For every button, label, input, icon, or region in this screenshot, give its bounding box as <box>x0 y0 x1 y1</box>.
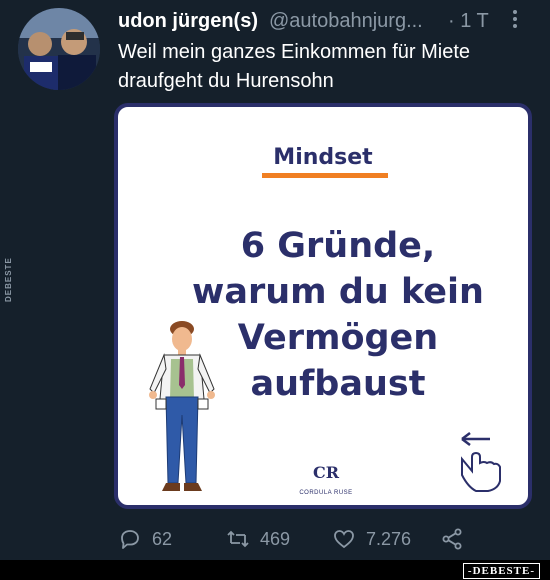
display-name[interactable]: udon jürgen(s) <box>118 10 258 33</box>
cordula-ruse-logo: CR CORDULA RUSE <box>288 463 364 503</box>
like-count: 7.276 <box>366 528 412 549</box>
tag-underline <box>262 173 388 178</box>
user-handle[interactable]: @autobahnjurg... <box>269 10 423 33</box>
logo-name: CORDULA RUSE <box>299 490 353 496</box>
side-watermark: DEBESTE <box>4 257 13 302</box>
share-button[interactable] <box>440 524 464 554</box>
reply-icon <box>121 530 139 549</box>
retweet-button[interactable]: 469 <box>226 524 290 554</box>
debeste-watermark: -DEBESTE- <box>462 563 540 579</box>
headline-line: warum du kein <box>192 272 484 312</box>
like-button[interactable]: 7.276 <box>332 524 411 554</box>
man-empty-pockets-illustration <box>149 321 215 491</box>
reply-count: 62 <box>152 528 173 549</box>
tweet-actions: 62 469 7.276 <box>118 524 538 554</box>
tweet-media-image[interactable]: Mindset 6 Gründe, warum du kein Vermögen… <box>114 103 532 509</box>
retweet-count: 469 <box>260 528 291 549</box>
more-vertical-icon[interactable] <box>511 8 519 36</box>
tweet-header: udon jürgen(s) @autobahnjurg... · 1 T <box>118 8 538 34</box>
swipe-hand-icon <box>461 432 501 492</box>
logo-monogram: CR <box>312 463 340 482</box>
media-tag: Mindset <box>273 145 373 170</box>
tweet-text: Weil mein ganzes Einkommen für Miete dra… <box>118 41 470 92</box>
avatar[interactable] <box>18 8 100 90</box>
avatar-photo <box>18 8 100 90</box>
retweet-icon <box>227 530 249 548</box>
timestamp[interactable]: · 1 T <box>448 10 489 33</box>
reply-button[interactable]: 62 <box>118 524 172 554</box>
share-icon <box>442 528 462 550</box>
heart-icon <box>334 530 354 549</box>
headline-line: 6 Gründe, <box>240 226 436 266</box>
